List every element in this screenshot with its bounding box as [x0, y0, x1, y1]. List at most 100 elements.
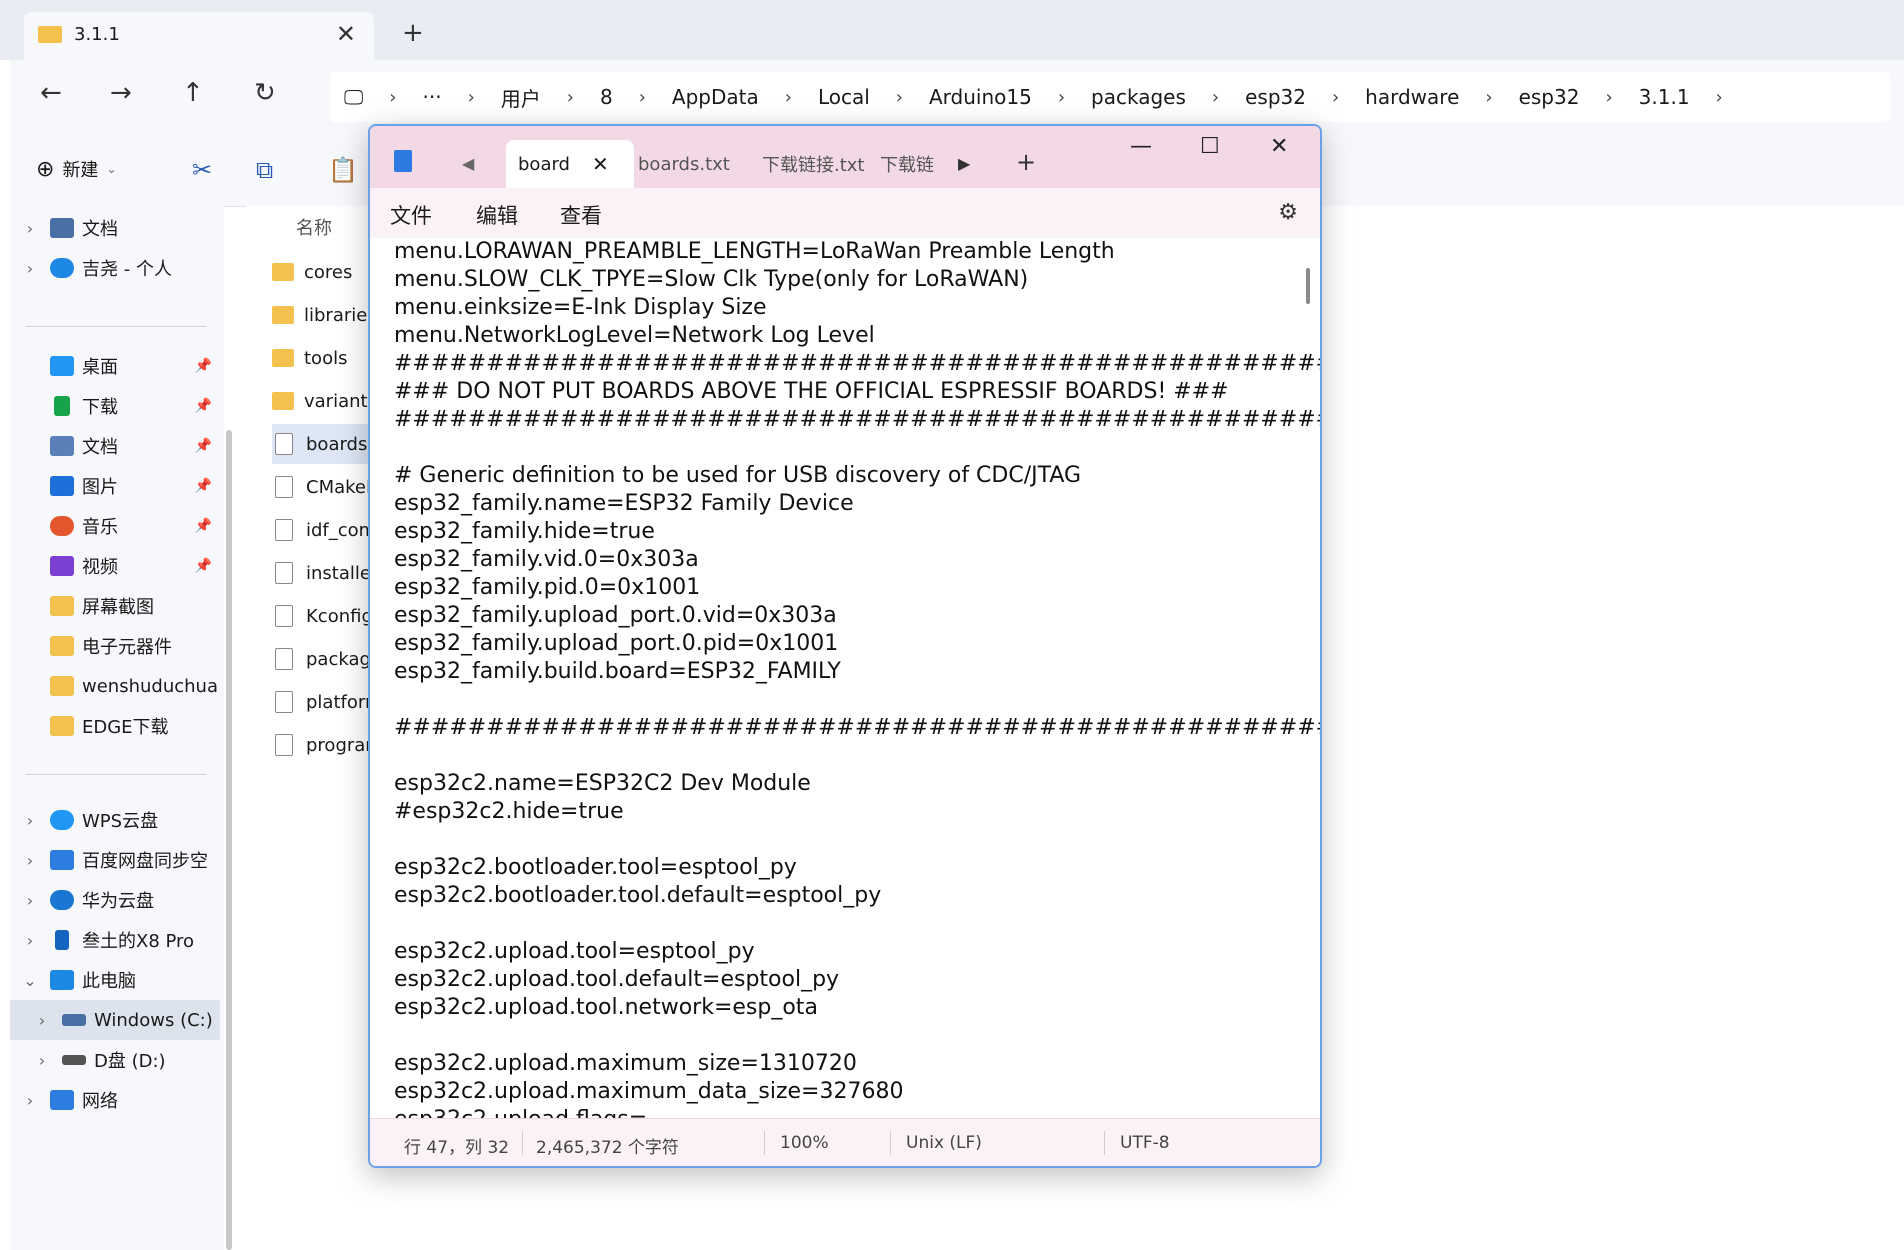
breadcrumb-item[interactable]: AppData — [658, 85, 773, 109]
sidebar-item-downloads[interactable]: 下载 📌 — [10, 386, 220, 426]
chevron-right-icon[interactable]: › — [10, 931, 50, 950]
address-row: ← → ↑ ↻ 🖵 › ··· › 用户 › 8 › AppData › Loc… — [10, 60, 1904, 134]
breadcrumb-item[interactable]: esp32 — [1505, 85, 1594, 109]
chevron-right-icon[interactable]: › — [10, 1091, 50, 1110]
sidebar-item-phone[interactable]: › 叁土的X8 Pro — [10, 920, 220, 960]
chevron-right-icon[interactable]: › — [10, 259, 50, 278]
more-icon[interactable]: ··· — [408, 85, 455, 109]
editor-content[interactable]: menu.LORAWAN_PREAMBLE_LENGTH=LoRaWan Pre… — [394, 238, 1320, 1118]
maximize-icon[interactable]: ☐ — [1200, 134, 1220, 159]
folder-icon — [50, 636, 74, 656]
folder-icon — [272, 263, 294, 281]
sidebar-item-label: D盘 (D:) — [94, 1051, 166, 1072]
minimize-icon[interactable]: — — [1130, 134, 1152, 159]
sidebar-item-label: 此电脑 — [82, 971, 136, 992]
chevron-right-icon[interactable]: › — [10, 891, 50, 910]
new-button[interactable]: ⊕ 新建 ⌄ — [36, 156, 117, 182]
sidebar-item-label: 音乐 — [82, 517, 118, 538]
scroll-tabs-right-icon[interactable]: ▶ — [958, 154, 970, 173]
breadcrumb-item[interactable]: Arduino15 — [915, 85, 1046, 109]
chevron-right-icon[interactable]: › — [10, 219, 50, 238]
sidebar-item-label: 吉尧 - 个人 — [82, 259, 172, 280]
menu-file[interactable]: 文件 — [390, 200, 432, 230]
chevron-down-icon[interactable]: ⌄ — [10, 971, 50, 990]
close-window-icon[interactable]: ✕ — [1270, 134, 1288, 159]
copy-icon[interactable]: ⧉ — [256, 156, 273, 184]
tab-board[interactable]: board ✕ — [506, 140, 634, 188]
chevron-right-icon[interactable]: › — [1704, 87, 1735, 108]
forward-arrow-icon[interactable]: → — [110, 78, 132, 108]
text-editor[interactable]: menu.LORAWAN_PREAMBLE_LENGTH=LoRaWan Pre… — [370, 238, 1320, 1118]
tab-boards-txt[interactable]: boards.txt — [638, 140, 746, 188]
chevron-right-icon[interactable]: › — [10, 851, 50, 870]
paste-icon[interactable]: 📋 — [328, 156, 358, 184]
notepad-title-bar[interactable]: ◀ board ✕ boards.txt 下载链接.txt 下载链 ▶ + — … — [370, 126, 1320, 188]
pin-icon: 📌 — [194, 478, 212, 494]
new-tab-button[interactable]: + — [402, 18, 424, 48]
up-arrow-icon[interactable]: ↑ — [182, 78, 204, 108]
explorer-tab[interactable]: 3.1.1 ✕ — [24, 12, 374, 60]
refresh-icon[interactable]: ↻ — [254, 78, 276, 108]
menu-edit[interactable]: 编辑 — [476, 200, 518, 230]
sidebar-item-videos[interactable]: 视频 📌 — [10, 546, 220, 586]
breadcrumb-item[interactable]: esp32 — [1231, 85, 1320, 109]
back-arrow-icon[interactable]: ← — [40, 78, 62, 108]
chevron-right-icon[interactable]: › — [22, 1051, 62, 1070]
divider — [26, 326, 206, 327]
notepad-window: ◀ board ✕ boards.txt 下载链接.txt 下载链 ▶ + — … — [368, 124, 1322, 1168]
chevron-right-icon[interactable]: › — [10, 811, 50, 830]
sidebar-item-huawei-cloud[interactable]: › 华为云盘 — [10, 880, 220, 920]
folder-icon — [38, 26, 62, 43]
encoding[interactable]: UTF-8 — [1120, 1133, 1170, 1153]
sidebar-item-pictures[interactable]: 图片 📌 — [10, 466, 220, 506]
script-file-icon — [275, 519, 293, 541]
explorer-tab-title: 3.1.1 — [74, 24, 120, 45]
tab-download-links-2[interactable]: 下载链 — [880, 140, 946, 188]
sidebar-item-documents[interactable]: › 文档 — [10, 208, 220, 248]
zoom-level[interactable]: 100% — [780, 1133, 829, 1153]
text-file-icon — [275, 734, 293, 756]
scroll-tabs-left-icon[interactable]: ◀ — [462, 154, 474, 173]
sidebar-item-documents-pinned[interactable]: 文档 📌 — [10, 426, 220, 466]
sidebar-item-music[interactable]: 音乐 📌 — [10, 506, 220, 546]
sidebar-item-baidu-sync[interactable]: › 百度网盘同步空 — [10, 840, 220, 880]
sidebar-item-wps-cloud[interactable]: › WPS云盘 — [10, 800, 220, 840]
breadcrumb-item[interactable]: hardware — [1351, 85, 1473, 109]
sidebar-item-drive-d[interactable]: › D盘 (D:) — [10, 1040, 220, 1080]
breadcrumb[interactable]: 🖵 › ··· › 用户 › 8 › AppData › Local › Ard… — [330, 72, 1890, 122]
chevron-right-icon: › — [1057, 86, 1066, 108]
new-tab-button[interactable]: + — [1016, 148, 1036, 176]
folder-icon — [50, 716, 74, 736]
sidebar-item-onedrive[interactable]: › 吉尧 - 个人 — [10, 248, 220, 288]
tab-label: 下载链 — [880, 155, 934, 176]
breadcrumb-item[interactable]: 8 — [586, 85, 627, 109]
sidebar-scrollbar[interactable] — [226, 430, 232, 1250]
sidebar-item-network[interactable]: › 网络 — [10, 1080, 220, 1120]
column-header-name[interactable]: 名称 — [296, 214, 332, 240]
folder-icon — [272, 306, 294, 324]
breadcrumb-item[interactable]: 3.1.1 — [1625, 85, 1704, 109]
close-tab-icon[interactable]: ✕ — [592, 152, 609, 176]
sidebar-item-components[interactable]: 电子元器件 — [10, 626, 220, 666]
tab-download-links[interactable]: 下载链接.txt — [762, 140, 872, 188]
breadcrumb-item[interactable]: Local — [804, 85, 884, 109]
editor-scrollbar[interactable] — [1306, 268, 1310, 304]
breadcrumb-item[interactable]: packages — [1077, 85, 1200, 109]
menu-view[interactable]: 查看 — [560, 200, 602, 230]
cut-icon[interactable]: ✂ — [192, 156, 212, 184]
close-tab-icon[interactable]: ✕ — [336, 20, 356, 48]
gear-icon[interactable]: ⚙ — [1278, 200, 1298, 225]
navigation-pane: › 文档 › 吉尧 - 个人 桌面 📌 下载 📌 文档 📌 图片 📌 音乐 📌 … — [10, 206, 224, 1250]
breadcrumb-item[interactable]: 用户 — [487, 83, 555, 112]
sidebar-item-edge-downloads[interactable]: EDGE下载 — [10, 706, 220, 746]
chevron-right-icon[interactable]: › — [22, 1011, 62, 1030]
line-ending[interactable]: Unix (LF) — [906, 1133, 982, 1153]
sidebar-item-screenshots[interactable]: 屏幕截图 — [10, 586, 220, 626]
computer-icon[interactable]: 🖵 — [330, 85, 377, 109]
sidebar-item-desktop[interactable]: 桌面 📌 — [10, 346, 220, 386]
sidebar-item-wenshuduchua[interactable]: wenshuduchua — [10, 666, 220, 706]
json-file-icon — [275, 562, 293, 584]
sidebar-item-drive-c[interactable]: › Windows (C:) — [10, 1000, 220, 1040]
chevron-right-icon: › — [1485, 86, 1493, 108]
sidebar-item-this-pc[interactable]: ⌄ 此电脑 — [10, 960, 220, 1000]
